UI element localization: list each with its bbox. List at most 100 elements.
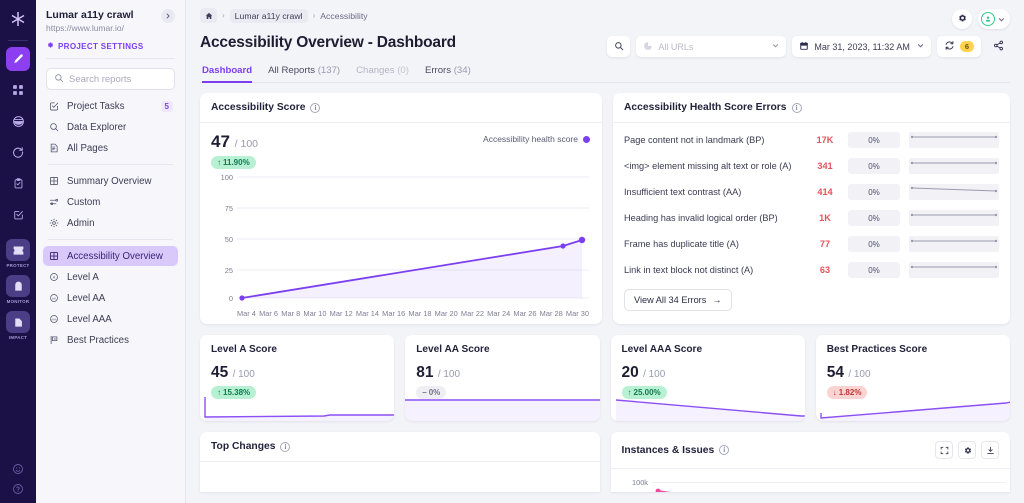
circle-aa-icon: AA (48, 293, 60, 303)
share-icon (993, 40, 1004, 53)
table-row[interactable]: Insufficient text contrast (AA) 414 0% (624, 179, 999, 205)
table-row[interactable]: Page content not in landmark (BP) 17K 0% (624, 127, 999, 153)
rail-item-edit[interactable] (6, 47, 30, 71)
sidebar-item-accessibility-overview[interactable]: Accessibility Overview (43, 246, 178, 266)
search-input[interactable] (69, 73, 167, 85)
chevron-right-icon[interactable] (161, 9, 175, 23)
top-changes-body (200, 462, 600, 470)
sidebar-item-best-practices[interactable]: Best Practices (43, 330, 178, 350)
impact-icon[interactable] (6, 311, 30, 333)
sidebar-item-data-explorer[interactable]: Data Explorer (43, 117, 178, 137)
expand-icon[interactable] (935, 441, 953, 459)
instances-issues-body: 100k (611, 469, 1011, 492)
url-filter-select[interactable]: All URLs (636, 36, 787, 57)
score-sparkline (615, 399, 805, 421)
card-title: Top Changes (211, 441, 276, 452)
svg-text:75: 75 (225, 204, 233, 213)
lumar-asterisk-logo-icon[interactable] (7, 8, 29, 30)
score-value-row: 81 / 100 (416, 364, 588, 382)
settings-button[interactable] (952, 9, 972, 29)
svg-text:100: 100 (221, 173, 233, 182)
project-settings-link[interactable]: PROJECT SETTINGS (46, 41, 175, 51)
sidebar-item-level-aaa[interactable]: AAA Level AAA (43, 309, 178, 329)
sidebar-item-summary-overview[interactable]: Summary Overview (43, 171, 178, 191)
rail-divider (8, 40, 28, 41)
gear-icon (957, 12, 967, 26)
info-icon[interactable]: i (719, 445, 730, 455)
view-all-errors-button[interactable]: View All 34 Errors → (624, 289, 732, 311)
tab-dashboard[interactable]: Dashboard (202, 65, 253, 83)
score-card-level-aa[interactable]: Level AA Score 81 / 100 – 0% (405, 335, 600, 421)
url-filter-placeholder: All URLs (658, 41, 694, 52)
delta-arrow: ↑ (217, 158, 221, 167)
table-row[interactable]: <img> element missing alt text or role (… (624, 153, 999, 179)
score-card-level-aaa[interactable]: Level AAA Score 20 / 100 ↑ 25.00% (610, 335, 805, 421)
help-icon[interactable] (12, 483, 24, 495)
table-row[interactable]: Frame has duplicate title (A) 77 0% (624, 231, 999, 257)
tab-label: Changes (356, 65, 395, 76)
sidebar-item-level-a[interactable]: A Level A (43, 267, 178, 287)
rail-item-dashboard[interactable] (6, 78, 30, 102)
error-sparkline (909, 184, 999, 200)
sidebar-item-custom[interactable]: Custom (43, 192, 178, 212)
tab-count: (137) (317, 65, 341, 76)
sidebar-nav: Project Tasks 5 Data Explorer All Pages (36, 96, 185, 351)
score-card-best-practices[interactable]: Best Practices Score 54 / 100 ↓ 1.82% (815, 335, 1010, 421)
search-button[interactable] (607, 36, 631, 57)
info-icon[interactable]: i (310, 102, 321, 113)
sliders-icon (48, 197, 60, 207)
info-icon[interactable]: i (791, 102, 802, 113)
sidebar-item-level-aa[interactable]: AA Level AA (43, 288, 178, 308)
tab-changes[interactable]: Changes (0) (356, 65, 409, 82)
instances-issues-card: Instances & Issues i 100k (610, 432, 1011, 492)
table-row[interactable]: Link in text block not distinct (A) 63 0… (624, 257, 999, 283)
rail-bottom-actions (12, 463, 24, 495)
chevron-down-icon (998, 12, 1005, 26)
error-count: 414 (817, 187, 833, 197)
instances-chart-svg: 100k (631, 478, 1005, 492)
monitor-icon[interactable] (6, 275, 30, 297)
error-sparkline (909, 158, 999, 174)
score-value: 47 (211, 132, 230, 151)
score-card-level-a[interactable]: Level A Score 45 / 100 ↑ 15.38% (200, 335, 395, 421)
row-score-cards: Level A Score 45 / 100 ↑ 15.38% Level AA… (200, 335, 1010, 421)
x-tick: Mar 10 (303, 309, 327, 318)
sidebar-item-all-pages[interactable]: All Pages (43, 138, 178, 158)
score-value-row: 20 / 100 (622, 364, 794, 382)
svg-text:25: 25 (225, 266, 233, 275)
rail-item-analytics[interactable] (6, 109, 30, 133)
breadcrumb-item-project[interactable]: Lumar a11y crawl (229, 8, 308, 23)
rail-item-checks[interactable] (6, 202, 30, 226)
score-value-row: 54 / 100 (827, 364, 999, 382)
feedback-icon[interactable] (12, 463, 24, 475)
table-row[interactable]: Heading has invalid logical order (BP) 1… (624, 205, 999, 231)
svg-text:AA: AA (52, 296, 57, 300)
errors-list: Page content not in landmark (BP) 17K 0%… (613, 123, 1010, 320)
sidebar-item-admin[interactable]: Admin (43, 213, 178, 233)
tab-errors[interactable]: Errors (34) (425, 65, 471, 82)
crawl-status-button[interactable]: 6 (936, 36, 981, 57)
account-menu-button[interactable] (978, 9, 1010, 29)
date-range-picker[interactable]: Mar 31, 2023, 11:32 AM (792, 36, 931, 57)
gear-icon[interactable] (958, 441, 976, 459)
card-title: Best Practices Score (826, 344, 928, 355)
rail-item-crawl[interactable] (6, 140, 30, 164)
tab-label: All Reports (268, 65, 316, 76)
score-sparkline (820, 401, 1010, 421)
score-delta-badge: ↑ 11.90% (211, 156, 256, 169)
tab-all-reports[interactable]: All Reports (137) (268, 65, 340, 82)
breadcrumb-item-accessibility[interactable]: Accessibility (320, 11, 367, 21)
x-tick: Mar 6 (259, 309, 279, 318)
rail-item-tasks[interactable] (6, 171, 30, 195)
sidebar-item-project-tasks[interactable]: Project Tasks 5 (43, 96, 178, 116)
x-tick: Mar 24 (487, 309, 511, 318)
date-range-value: Mar 31, 2023, 11:32 AM (814, 41, 910, 52)
svg-text:AAA: AAA (51, 317, 56, 321)
info-icon[interactable]: i (280, 441, 291, 452)
legend-label: Accessibility health score (483, 134, 578, 144)
download-icon[interactable] (981, 441, 999, 459)
share-button[interactable] (987, 36, 1010, 57)
home-icon[interactable] (200, 8, 217, 23)
score-value-row: 45 / 100 (211, 364, 383, 382)
protect-icon[interactable] (6, 239, 30, 261)
